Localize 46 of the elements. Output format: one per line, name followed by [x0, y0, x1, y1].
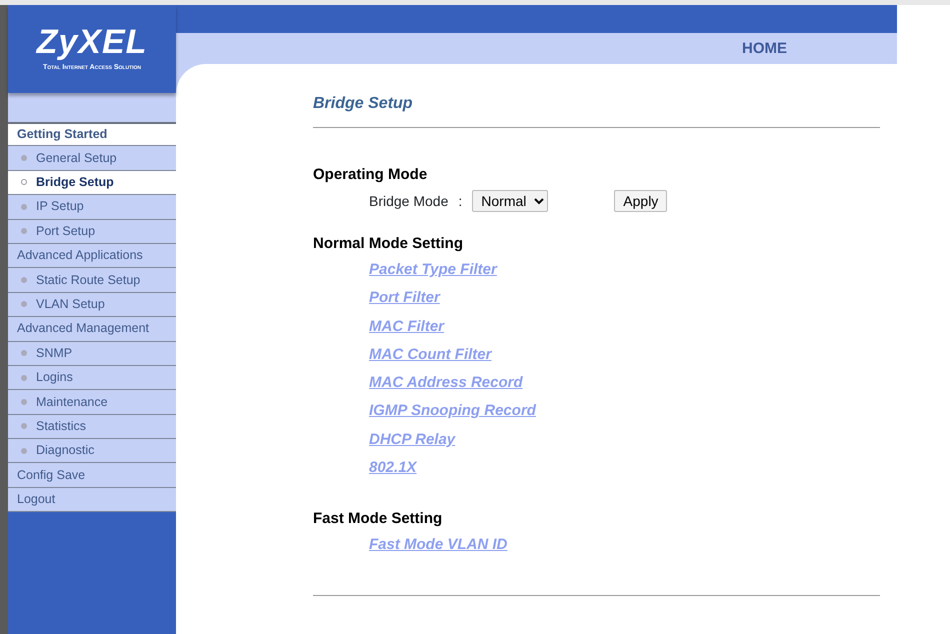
sidebar-item[interactable]: SNMP: [8, 342, 176, 366]
bullet-icon: [21, 448, 27, 454]
settings-link[interactable]: MAC Count Filter: [369, 340, 492, 370]
sidebar-item[interactable]: IP Setup: [8, 195, 176, 220]
sidebar-item[interactable]: Advanced Management: [8, 317, 176, 342]
bullet-icon: [21, 155, 27, 162]
sidebar-item[interactable]: Config Save: [8, 463, 176, 488]
bullet-icon: [21, 350, 27, 356]
sidebar-item[interactable]: Getting Started: [8, 122, 176, 146]
sidebar-item[interactable]: Static Route Setup: [8, 268, 176, 293]
field-label: Bridge Mode: [369, 192, 448, 211]
sidebar-item[interactable]: Maintenance: [8, 390, 176, 415]
sidebar-item[interactable]: General Setup: [8, 146, 176, 171]
separator-text: :: [458, 192, 462, 211]
section-heading: Fast Mode Setting: [313, 509, 444, 530]
bullet-icon: [21, 204, 27, 210]
bullet-icon: [21, 398, 27, 405]
settings-link[interactable]: 802.1X: [369, 454, 417, 482]
bullet-icon: [21, 228, 27, 234]
logo-brand: ZyXEL: [36, 24, 148, 59]
settings-link[interactable]: Fast Mode VLAN ID: [369, 530, 508, 560]
settings-link[interactable]: DHCP Relay: [369, 426, 456, 454]
sidebar-item[interactable]: Advanced Applications: [8, 244, 176, 268]
bullet-icon: [21, 423, 27, 430]
bullet-icon: [21, 301, 27, 308]
sidebar-item[interactable]: Logout: [8, 488, 176, 512]
sidebar-item[interactable]: Port Setup: [8, 220, 176, 244]
home-link[interactable]: HOME: [742, 38, 787, 60]
page-title: Bridge Setup: [313, 94, 414, 114]
section-heading: Normal Mode Setting: [313, 234, 464, 254]
bullet-icon: [21, 374, 27, 381]
settings-link[interactable]: MAC Filter: [369, 312, 444, 341]
bridge-mode-select[interactable]: Normal: [472, 190, 548, 212]
sidebar-item[interactable]: Diagnostic: [8, 439, 176, 464]
settings-link[interactable]: Port Filter: [369, 284, 440, 313]
sidebar-item[interactable]: VLAN Setup: [8, 292, 176, 318]
settings-link[interactable]: IGMP Snooping Record: [369, 397, 536, 426]
sidebar-item[interactable]: Bridge Setup: [8, 170, 176, 196]
settings-link[interactable]: MAC Address Record: [369, 369, 523, 398]
sidebar-item[interactable]: Statistics: [8, 414, 176, 440]
sidebar-item[interactable]: Logins: [8, 366, 176, 390]
bullet-icon: [21, 277, 27, 284]
apply-button[interactable]: Apply: [614, 190, 668, 212]
settings-link[interactable]: Packet Type Filter: [369, 256, 497, 284]
section-heading: Operating Mode: [313, 165, 428, 186]
bullet-icon: [21, 179, 27, 186]
